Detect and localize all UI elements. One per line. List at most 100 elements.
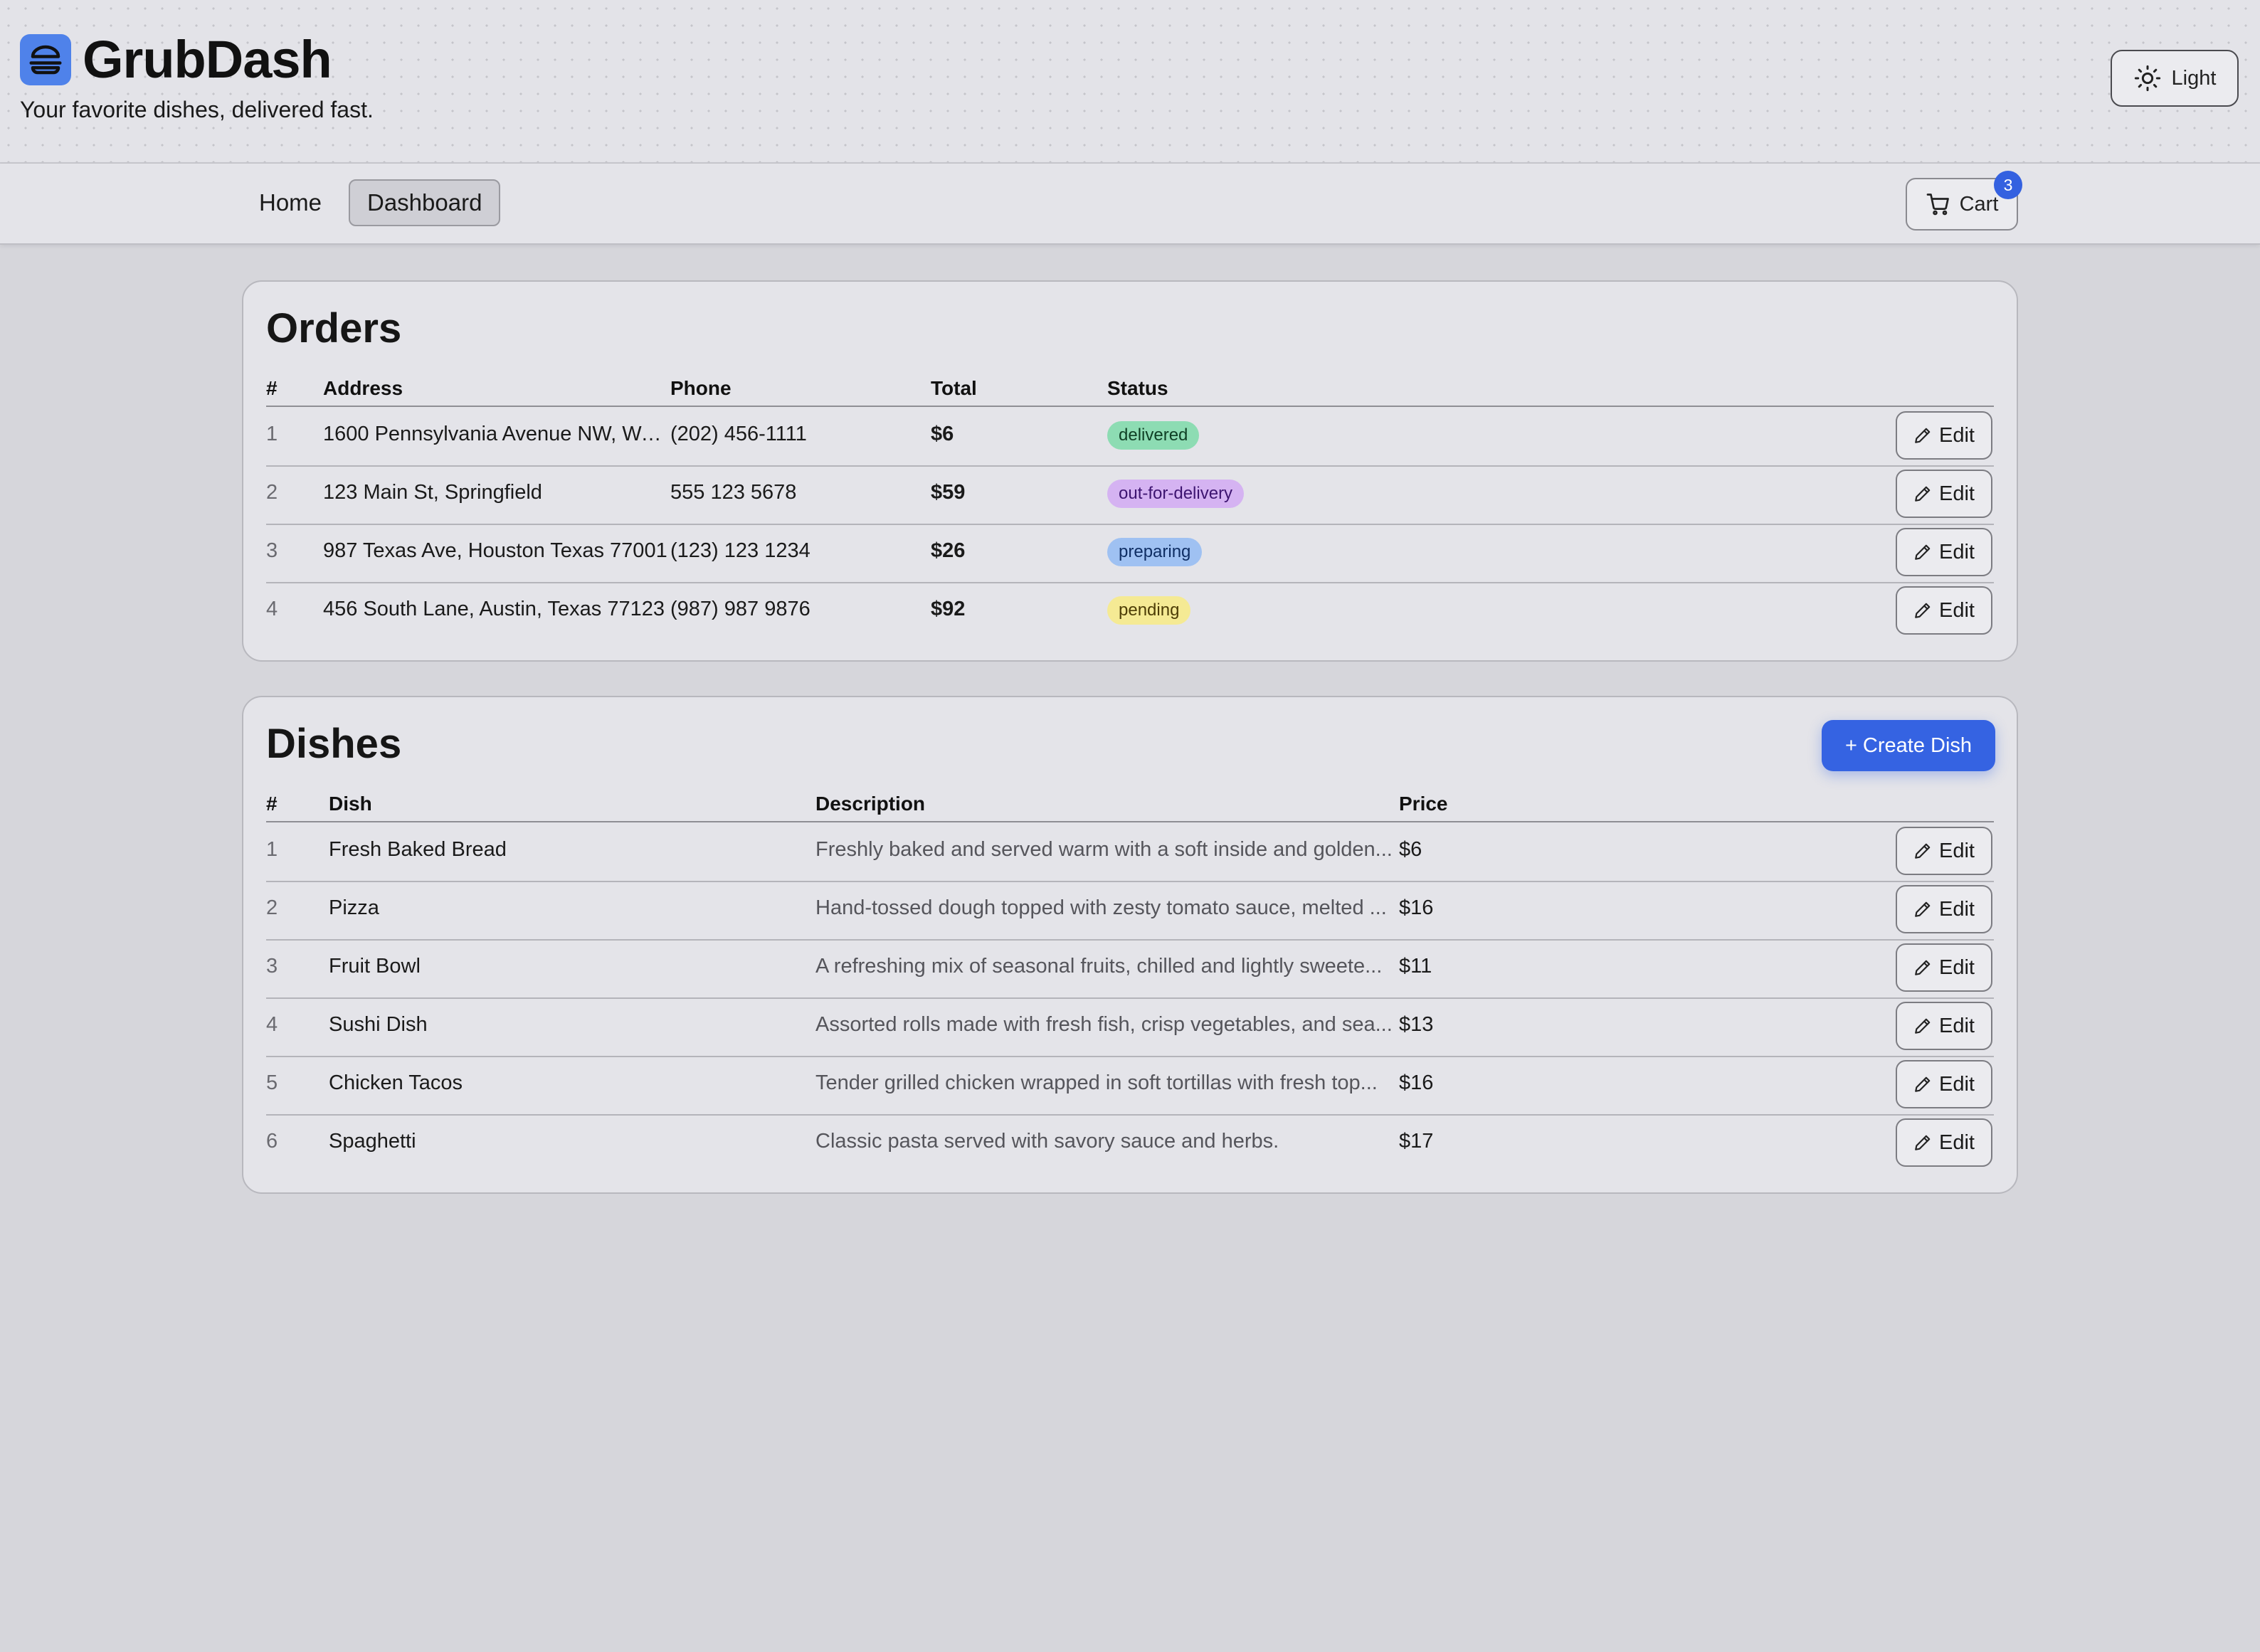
edit-dish-button[interactable]: Edit [1896, 885, 1992, 933]
edit-dish-button[interactable]: Edit [1896, 1060, 1992, 1108]
edit-label: Edit [1939, 1072, 1975, 1096]
dish-description: Hand-tossed dough topped with zesty toma… [815, 896, 1387, 919]
dish-price: $11 [1399, 955, 1432, 978]
app-tagline: Your favorite dishes, delivered fast. [20, 97, 374, 122]
dish-number: 3 [266, 955, 278, 978]
pencil-icon [1915, 843, 1931, 859]
dish-name: Spaghetti [329, 1130, 416, 1153]
order-total: $26 [931, 539, 966, 562]
order-total: $6 [931, 423, 954, 445]
column-header: Price [1399, 793, 1448, 815]
app-header: GrubDash Your favorite dishes, delivered… [0, 0, 2260, 164]
dish-row: 4 Sushi Dish Assorted rolls made with fr… [266, 997, 1994, 1057]
order-number: 2 [266, 481, 278, 504]
edit-dish-button[interactable]: Edit [1896, 943, 1992, 992]
orders-table-header: # Address Phone Total Status [266, 374, 1994, 407]
cart-icon [1926, 194, 1949, 216]
dish-description: Tender grilled chicken wrapped in soft t… [815, 1071, 1378, 1094]
edit-label: Edit [1939, 1131, 1975, 1154]
dish-description: Assorted rolls made with fresh fish, cri… [815, 1013, 1393, 1036]
column-header: Description [815, 793, 926, 815]
edit-dish-button[interactable]: Edit [1896, 1002, 1992, 1050]
edit-label: Edit [1939, 839, 1975, 862]
edit-dish-button[interactable]: Edit [1896, 827, 1992, 875]
order-phone: (123) 123 1234 [670, 539, 810, 562]
column-header: # [266, 793, 278, 815]
cart-count-badge: 3 [1994, 171, 2022, 199]
status-badge: preparing [1107, 538, 1203, 566]
nav-bar: Home Dashboard Cart [0, 164, 2260, 245]
status-badge: delivered [1107, 421, 1200, 450]
edit-label: Edit [1939, 598, 1975, 622]
dish-name: Sushi Dish [329, 1013, 428, 1036]
dish-number: 5 [266, 1071, 278, 1094]
dish-description: A refreshing mix of seasonal fruits, chi… [815, 955, 1383, 978]
pencil-icon [1915, 486, 1931, 502]
order-phone: 555 123 5678 [670, 481, 797, 504]
nav-dashboard-link[interactable]: Dashboard [349, 179, 501, 226]
nav-home-link[interactable]: Home [242, 179, 339, 226]
edit-label: Edit [1939, 955, 1975, 979]
pencil-icon [1915, 603, 1931, 618]
orders-panel: Orders # Address Phone Total Status 1 16… [242, 280, 2018, 662]
edit-order-button[interactable]: Edit [1896, 470, 1992, 518]
column-header: Dish [329, 793, 372, 815]
order-phone: (987) 987 9876 [670, 598, 810, 620]
edit-order-button[interactable]: Edit [1896, 586, 1992, 635]
dish-number: 6 [266, 1130, 278, 1153]
order-row: 1 1600 Pennsylvania Avenue NW, Wa... (20… [266, 407, 1994, 467]
dish-price: $17 [1399, 1130, 1434, 1153]
pencil-icon [1915, 428, 1931, 443]
column-header: Total [931, 377, 977, 399]
status-badge: pending [1107, 596, 1191, 625]
dish-price: $16 [1399, 1071, 1434, 1094]
create-dish-button[interactable]: + Create Dish [1822, 720, 1995, 771]
order-number: 3 [266, 539, 278, 562]
column-header: # [266, 377, 278, 399]
dish-row: 3 Fruit Bowl A refreshing mix of seasona… [266, 939, 1994, 999]
column-header: Status [1107, 377, 1168, 399]
edit-label: Edit [1939, 1014, 1975, 1037]
dish-row: 6 Spaghetti Classic pasta served with sa… [266, 1114, 1994, 1172]
theme-label: Light [2171, 66, 2217, 90]
burger-logo-icon [20, 34, 71, 85]
dish-price: $13 [1399, 1013, 1434, 1036]
dishes-title: Dishes [266, 721, 402, 767]
order-number: 1 [266, 423, 278, 445]
dish-name: Chicken Tacos [329, 1071, 463, 1094]
dish-name: Fruit Bowl [329, 955, 421, 978]
cart-label: Cart [1959, 192, 1999, 216]
edit-label: Edit [1939, 482, 1975, 505]
dish-number: 2 [266, 896, 278, 919]
dish-description: Classic pasta served with savory sauce a… [815, 1130, 1279, 1153]
order-number: 4 [266, 598, 278, 620]
order-row: 2 123 Main St, Springfield 555 123 5678 … [266, 465, 1994, 525]
sun-icon [2134, 65, 2160, 92]
order-row: 4 456 South Lane, Austin, Texas 77123 (9… [266, 582, 1994, 640]
edit-order-button[interactable]: Edit [1896, 411, 1992, 460]
theme-toggle-button[interactable]: Light [2111, 50, 2239, 107]
dishes-panel: Dishes + Create Dish # Dish Description … [242, 696, 2018, 1194]
dish-number: 4 [266, 1013, 278, 1036]
dish-description: Freshly baked and served warm with a sof… [815, 838, 1393, 861]
pencil-icon [1915, 1018, 1931, 1034]
order-row: 3 987 Texas Ave, Houston Texas 77001 (12… [266, 524, 1994, 583]
pencil-icon [1915, 901, 1931, 917]
order-address: 123 Main St, Springfield [323, 481, 542, 504]
status-badge: out-for-delivery [1107, 480, 1245, 508]
edit-dish-button[interactable]: Edit [1896, 1118, 1992, 1167]
dish-row: 5 Chicken Tacos Tender grilled chicken w… [266, 1056, 1994, 1116]
dishes-table-header: # Dish Description Price [266, 790, 1994, 822]
dish-price: $6 [1399, 838, 1422, 861]
edit-order-button[interactable]: Edit [1896, 528, 1992, 576]
column-header: Phone [670, 377, 732, 399]
dish-name: Pizza [329, 896, 379, 919]
dish-name: Fresh Baked Bread [329, 838, 507, 861]
pencil-icon [1915, 544, 1931, 560]
app-title: GrubDash [83, 30, 332, 89]
pencil-icon [1915, 1076, 1931, 1092]
order-address: 1600 Pennsylvania Avenue NW, Wa... [323, 423, 663, 445]
order-total: $92 [931, 598, 966, 620]
dish-price: $16 [1399, 896, 1434, 919]
pencil-icon [1915, 1135, 1931, 1150]
